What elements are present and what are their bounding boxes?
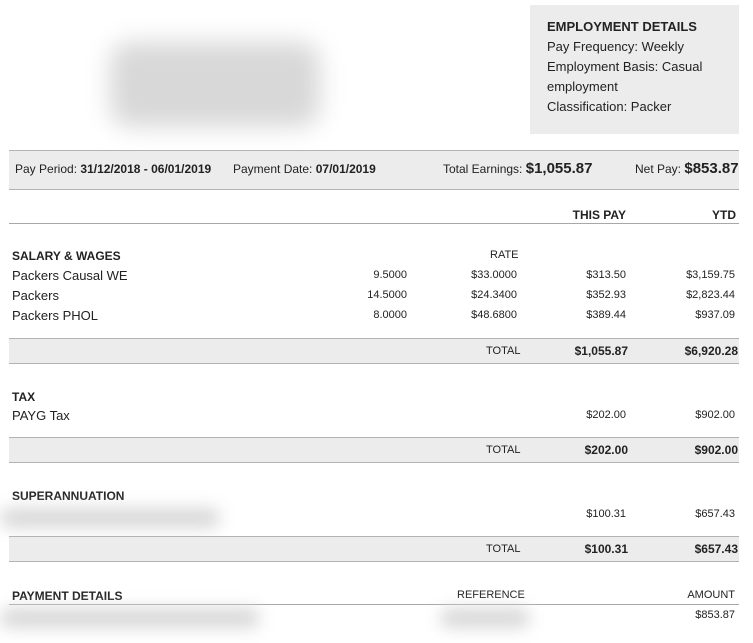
classification: Classification: Packer	[547, 99, 672, 114]
salary-row-ytd: $937.09	[695, 309, 735, 321]
salary-row-label: Packers	[12, 288, 59, 303]
employment-basis-cont: employment	[547, 79, 618, 94]
employment-details-box: EMPLOYMENT DETAILS Pay Frequency: Weekly…	[530, 5, 739, 134]
salary-heading: SALARY & WAGES	[12, 249, 121, 263]
super-total-bar	[9, 536, 739, 562]
payment-divider	[9, 604, 739, 605]
redacted-super-fund	[0, 508, 220, 528]
salary-total-label: TOTAL	[486, 345, 521, 357]
payment-amount-label: AMOUNT	[687, 589, 735, 601]
payment-heading: PAYMENT DETAILS	[12, 589, 123, 603]
payment-reference-label: REFERENCE	[457, 589, 525, 601]
total-earnings: Total Earnings: $1,055.87	[443, 160, 592, 177]
employment-basis: Employment Basis: Casual	[547, 59, 703, 74]
total-earnings-label: Total Earnings:	[443, 162, 523, 176]
column-this-pay: THIS PAY	[572, 208, 626, 222]
super-heading: SUPERANNUATION	[12, 489, 125, 503]
salary-total-bar	[9, 338, 739, 364]
payment-date-label: Payment Date:	[233, 162, 313, 176]
tax-row-this-pay: $202.00	[586, 409, 626, 421]
salary-row-ytd: $2,823.44	[686, 289, 735, 301]
redacted-payment-reference	[440, 608, 530, 628]
salary-row-label: Packers Causal WE	[12, 268, 128, 283]
tax-row-ytd: $902.00	[695, 409, 735, 421]
redacted-employer-name	[110, 42, 320, 127]
salary-row-label: Packers PHOL	[12, 308, 98, 323]
tax-total-ytd: $902.00	[694, 443, 738, 457]
net-pay: Net Pay: $853.87	[635, 160, 739, 177]
super-this-pay: $100.31	[586, 508, 626, 520]
salary-row-rate: $48.6800	[471, 309, 517, 321]
employment-details-heading: EMPLOYMENT DETAILS	[547, 19, 697, 34]
salary-row-rate: $33.0000	[471, 269, 517, 281]
super-total-ytd: $657.43	[694, 542, 738, 556]
column-ytd: YTD	[712, 208, 736, 222]
salary-row-hours: 8.0000	[373, 309, 407, 321]
salary-row-this-pay: $352.93	[586, 289, 626, 301]
salary-row-rate: $24.3400	[471, 289, 517, 301]
total-earnings-value: $1,055.87	[525, 160, 593, 177]
pay-period: Pay Period: 31/12/2018 - 06/01/2019	[15, 162, 211, 176]
tax-total-bar	[9, 437, 739, 463]
net-pay-value: $853.87	[684, 160, 739, 177]
salary-row-this-pay: $389.44	[586, 309, 626, 321]
super-total-label: TOTAL	[486, 543, 521, 555]
tax-heading: TAX	[12, 390, 36, 404]
payment-date-value: 07/01/2019	[315, 162, 376, 176]
pay-period-value: 31/12/2018 - 06/01/2019	[80, 162, 212, 176]
salary-total-ytd: $6,920.28	[684, 344, 738, 358]
column-rate: RATE	[490, 249, 519, 261]
pay-frequency: Pay Frequency: Weekly	[547, 39, 685, 54]
salary-row-hours: 14.5000	[367, 289, 407, 301]
salary-row-ytd: $3,159.75	[686, 269, 735, 281]
salary-row-this-pay: $313.50	[586, 269, 626, 281]
tax-row-label: PAYG Tax	[12, 408, 70, 423]
super-ytd: $657.43	[695, 508, 735, 520]
payment-amount: $853.87	[695, 609, 735, 621]
salary-total-this-pay: $1,055.87	[574, 344, 628, 358]
tax-total-this-pay: $202.00	[584, 443, 628, 457]
tax-total-label: TOTAL	[486, 444, 521, 456]
redacted-payment-account	[0, 608, 260, 628]
payment-date: Payment Date: 07/01/2019	[233, 162, 376, 176]
net-pay-label: Net Pay:	[635, 162, 682, 176]
salary-row-hours: 9.5000	[373, 269, 407, 281]
header-divider	[9, 223, 739, 224]
pay-period-label: Pay Period:	[15, 162, 78, 176]
super-total-this-pay: $100.31	[584, 542, 628, 556]
